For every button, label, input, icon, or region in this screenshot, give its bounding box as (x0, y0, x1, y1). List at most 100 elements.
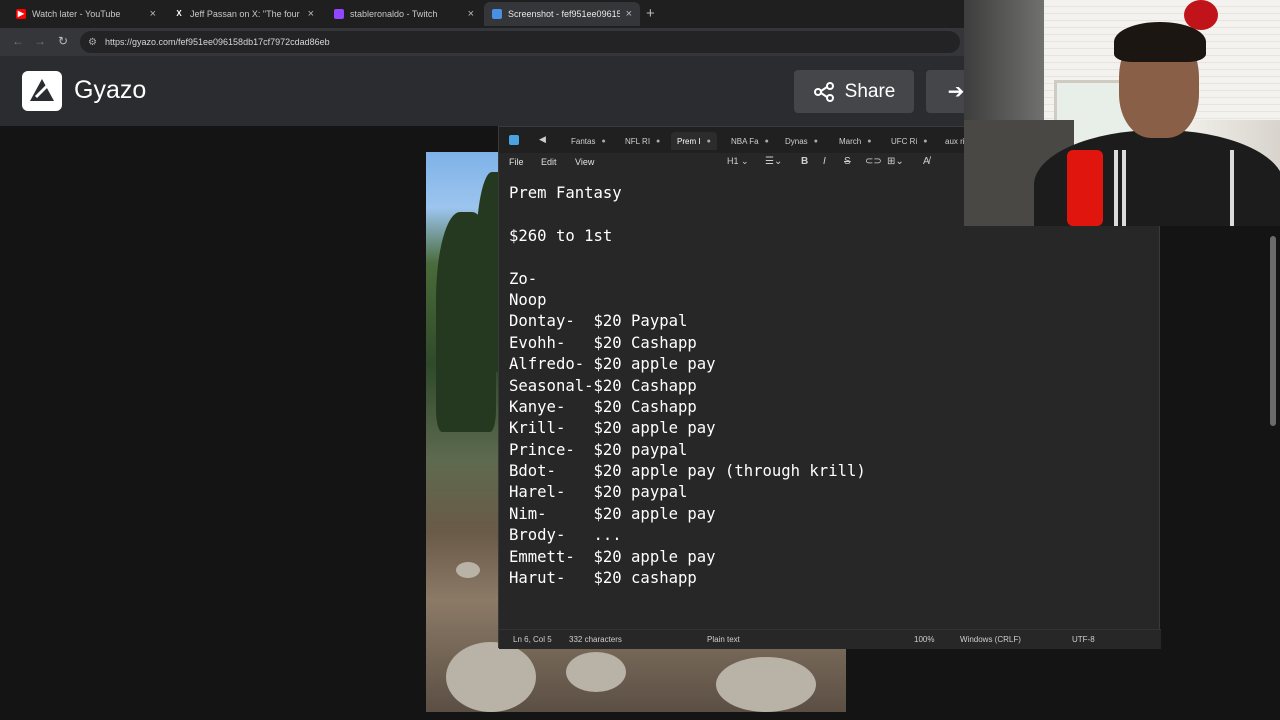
text-line: Brody- ... (509, 526, 622, 545)
rock-shape (446, 642, 536, 712)
text-line: Evohh- $20 Cashapp (509, 333, 697, 352)
unsaved-dot-icon: ● (656, 137, 661, 145)
notepad-tab[interactable]: aux ri (945, 132, 965, 150)
menu-edit[interactable]: Edit (541, 157, 557, 167)
text-line: Prem Fantasy (509, 184, 622, 202)
youtube-icon: ▶ (16, 9, 26, 19)
bold-icon[interactable]: B (801, 156, 808, 167)
tab-label: Screenshot - fef951ee096158d (508, 9, 620, 19)
notepad-text-area[interactable]: Prem Fantasy $260 to 1st Zo- Noop Dontay… (509, 183, 866, 589)
notepad-tab[interactable]: Fantas ● (571, 132, 606, 150)
tab-youtube[interactable]: ▶ Watch later - YouTube × (8, 2, 164, 26)
gyazo-logo-text[interactable]: Gyazo (74, 76, 146, 105)
text-line: Kanye- $20 Cashapp (509, 397, 697, 416)
url-text: https://gyazo.com/fef951ee096158db17cf79… (104, 37, 330, 47)
unsaved-dot-icon: ● (867, 137, 872, 145)
text-line: Prince- $20 paypal (509, 440, 688, 459)
text-line: Zo- (509, 269, 538, 288)
notepad-status-bar: Ln 6, Col 5 332 characters Plain text 10… (499, 629, 1161, 649)
forward-icon[interactable]: → (34, 34, 46, 48)
share-icon (813, 81, 834, 102)
tab-label: stableronaldo - Twitch (350, 9, 438, 19)
jacket-stripe (1230, 150, 1234, 226)
page-scrollbar[interactable] (1270, 236, 1276, 426)
notepad-tab-label: NBA Fa (731, 136, 759, 146)
tab-x[interactable]: X Jeff Passan on X: "The four righ × (166, 2, 322, 26)
webcam-overlay (964, 0, 1280, 226)
rock-shape (716, 657, 816, 712)
encoding[interactable]: UTF-8 (1072, 635, 1095, 644)
unsaved-dot-icon: ● (813, 137, 818, 145)
text-line: $260 to 1st (509, 226, 613, 245)
unsaved-dot-icon: ● (706, 137, 711, 145)
rock-shape (456, 562, 480, 578)
menu-file[interactable]: File (509, 157, 524, 167)
text-line: Emmett- $20 apple pay (509, 547, 716, 566)
italic-icon[interactable]: I (823, 156, 826, 167)
twitch-icon (334, 9, 344, 19)
site-info-icon[interactable]: ⚙ (88, 37, 97, 48)
notepad-icon (509, 135, 519, 145)
x-icon: X (176, 9, 182, 18)
notepad-tab[interactable]: Dynas ● (785, 132, 818, 150)
text-line: Nim- $20 apple pay (509, 504, 716, 523)
person-hair (1114, 22, 1206, 62)
jacket-stripe (1122, 150, 1126, 226)
notepad-tab-label: Prem I (677, 136, 701, 146)
new-tab-button[interactable]: + (646, 5, 655, 22)
text-line: Bdot- $20 apple pay (through krill) (509, 462, 866, 481)
notepad-tab-label: March (839, 136, 862, 146)
unsaved-dot-icon: ● (601, 137, 606, 145)
list-dropdown-icon[interactable]: ☰⌄ (765, 156, 782, 167)
notepad-tab[interactable]: NBA Fa ● (731, 132, 769, 150)
unsaved-dot-icon: ● (764, 137, 769, 145)
notepad-tab-label: NFL RI (625, 136, 651, 146)
text-line: Harut- $20 cashapp (509, 569, 697, 588)
table-dropdown-icon[interactable]: ⊞⌄ (887, 156, 904, 167)
notepad-tab[interactable]: UFC Ri ● (891, 132, 927, 150)
unsaved-dot-icon: ● (923, 137, 928, 145)
close-icon[interactable]: × (468, 8, 474, 20)
notepad-tab[interactable]: March ● (839, 132, 871, 150)
notepad-tab-label: Dynas (785, 136, 808, 146)
tab-twitch[interactable]: stableronaldo - Twitch × (326, 2, 482, 26)
text-line (509, 204, 866, 225)
gyazo-icon (492, 9, 502, 19)
notepad-tab-label: Fantas (571, 136, 596, 146)
link-icon[interactable]: ⊂⊃ (865, 156, 882, 167)
tab-label: Jeff Passan on X: "The four righ (190, 9, 302, 19)
strikethrough-icon[interactable]: S (844, 156, 851, 167)
notepad-tab-label: aux ri (945, 136, 965, 146)
text-line: Seasonal-$20 Cashapp (509, 376, 697, 395)
tab-gyazo[interactable]: Screenshot - fef951ee096158d × (484, 2, 640, 26)
reload-icon[interactable]: ↻ (58, 34, 68, 48)
close-icon[interactable]: × (626, 8, 632, 20)
close-icon[interactable]: × (150, 8, 156, 20)
text-format[interactable]: Plain text (707, 635, 740, 644)
scroll-tabs-left-icon[interactable]: ◀ (539, 134, 546, 145)
gyazo-logo-icon[interactable] (22, 71, 62, 111)
text-line: Harel- $20 paypal (509, 483, 688, 502)
share-button[interactable]: Share (794, 70, 914, 113)
jacket-stripe (1114, 150, 1118, 226)
notepad-tab-active[interactable]: Prem I ● (671, 132, 717, 150)
address-bar[interactable]: ⚙ https://gyazo.com/fef951ee096158db17cf… (80, 31, 960, 53)
character-count: 332 characters (569, 635, 622, 644)
red-cup (1067, 150, 1103, 226)
login-icon: ➔ (947, 81, 965, 103)
back-icon[interactable]: ← (12, 34, 24, 48)
notepad-tab[interactable]: NFL RI ● (625, 132, 660, 150)
zoom-level[interactable]: 100% (914, 635, 934, 644)
rock-shape (566, 652, 626, 692)
clear-formatting-icon[interactable]: A̸ (923, 156, 930, 167)
cursor-position: Ln 6, Col 5 (513, 635, 552, 644)
text-line: Dontay- $20 Paypal (509, 312, 688, 331)
heading-dropdown[interactable]: H1 ⌄ (727, 156, 749, 167)
heading-select-value: H1 (727, 156, 739, 166)
notepad-tab-label: UFC Ri (891, 136, 918, 146)
share-label: Share (844, 80, 896, 102)
menu-view[interactable]: View (575, 157, 594, 167)
line-ending[interactable]: Windows (CRLF) (960, 635, 1021, 644)
text-line: Krill- $20 apple pay (509, 419, 716, 438)
close-icon[interactable]: × (308, 8, 314, 20)
